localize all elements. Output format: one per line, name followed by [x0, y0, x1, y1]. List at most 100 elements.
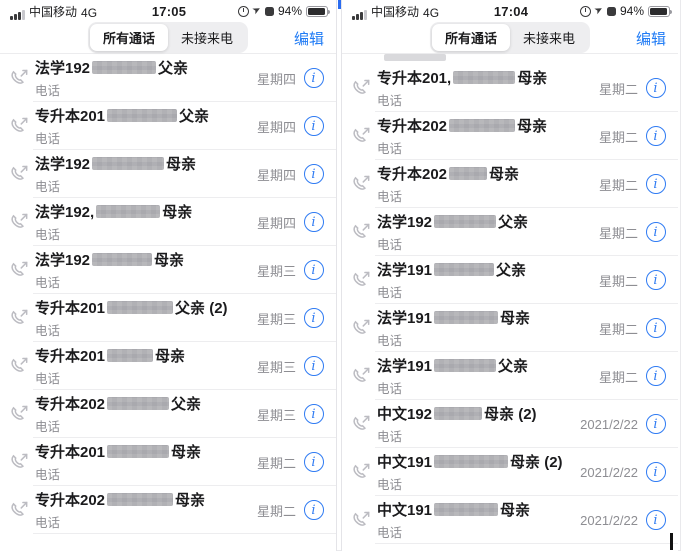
call-filter-segmented-control: 所有通话 未接来电: [430, 22, 590, 53]
redacted-name-block: [107, 397, 169, 410]
info-icon[interactable]: i: [646, 222, 666, 242]
contact-name-suffix: 母亲: [154, 249, 184, 270]
call-info: 法学192,母亲 电话: [35, 201, 257, 243]
side-by-side-screenshots: 中国移动 4G 17:05 ➤ 94% 所有通话 未接来电 编辑: [0, 0, 681, 551]
outgoing-call-icon: [10, 212, 30, 232]
call-log-item[interactable]: 专升本202母亲 电话 星期二 i: [342, 160, 678, 208]
info-icon[interactable]: i: [304, 308, 324, 328]
edit-button[interactable]: 编辑: [636, 28, 666, 49]
edit-button[interactable]: 编辑: [294, 28, 324, 49]
call-date-label: 星期二: [599, 271, 638, 290]
info-icon[interactable]: i: [304, 452, 324, 472]
top-bar: 所有通话 未接来电 编辑: [0, 22, 336, 53]
battery-icon: [648, 6, 670, 17]
call-log-item[interactable]: 专升本201母亲 电话 星期三 i: [0, 342, 336, 390]
info-icon[interactable]: i: [646, 318, 666, 338]
outgoing-call-icon: [352, 126, 372, 146]
contact-name: 专升本202母亲: [377, 163, 599, 184]
call-log-item[interactable]: 专升本202母亲 电话 星期二 i: [0, 486, 336, 534]
redacted-name-block: [107, 349, 153, 362]
contact-name-suffix: 父亲 (2): [175, 297, 228, 318]
contact-name-suffix: 母亲: [171, 441, 201, 462]
tab-missed-calls[interactable]: 未接来电: [510, 24, 588, 51]
call-type-label: 电话: [35, 320, 257, 339]
call-log-item[interactable]: 法学192,母亲 电话 星期四 i: [0, 198, 336, 246]
call-log-item[interactable]: 法学192父亲 电话 星期二 i: [342, 208, 678, 256]
call-log-item[interactable]: 专升本201父亲 电话 星期四 i: [0, 102, 336, 150]
call-log-item[interactable]: 专升本201,母亲 电话 星期二 i: [342, 64, 678, 112]
contact-name: 法学191父亲: [377, 259, 599, 280]
info-icon[interactable]: i: [646, 126, 666, 146]
call-date-label: 星期三: [257, 405, 296, 424]
call-info: 法学191 母亲 电话: [377, 307, 599, 349]
status-time: 17:04: [470, 4, 552, 19]
call-date-label: 星期二: [599, 367, 638, 386]
call-list: 法学192父亲 电话 星期四 i 专升本201父亲 电话 星期四 i: [0, 53, 336, 534]
info-icon[interactable]: i: [646, 510, 666, 530]
call-meta: 2021/2/22 i: [580, 462, 666, 482]
contact-name: 中文192母亲 (2): [377, 403, 580, 424]
call-log-item[interactable]: 专升本202母亲 电话 星期二 i: [342, 112, 678, 160]
call-log-item[interactable]: 中文192母亲 (2) 电话 2021/2/22 i: [342, 400, 678, 448]
call-log-item[interactable]: 法学192母亲 电话 星期三 i: [0, 246, 336, 294]
info-icon[interactable]: i: [304, 500, 324, 520]
outgoing-call-icon: [352, 174, 372, 194]
call-type-label: 电话: [377, 378, 599, 397]
contact-name: 专升本201父亲: [35, 105, 257, 126]
call-date-label: 星期二: [599, 175, 638, 194]
call-log-item[interactable]: 中文191母亲 电话 2021/2/22 i: [342, 496, 678, 544]
call-info: 中文191母亲 (2) 电话: [377, 451, 580, 493]
call-log-item[interactable]: 法学192父亲 电话 星期四 i: [0, 54, 336, 102]
info-icon[interactable]: i: [304, 356, 324, 376]
info-icon[interactable]: i: [646, 414, 666, 434]
call-log-item[interactable]: 中文191母亲 (2) 电话 2021/2/22 i: [342, 448, 678, 496]
battery-icon: [306, 6, 328, 17]
info-icon[interactable]: i: [304, 68, 324, 88]
call-log-item[interactable]: 法学191父亲 电话 星期二 i: [342, 352, 678, 400]
call-log-item[interactable]: 专升本202父亲 电话 星期三 i: [0, 390, 336, 438]
info-icon[interactable]: i: [646, 174, 666, 194]
call-log-item[interactable]: 法学191母亲 电话 星期二 i: [342, 304, 678, 352]
info-icon[interactable]: i: [304, 212, 324, 232]
info-icon[interactable]: i: [304, 260, 324, 280]
contact-name-suffix: 父亲: [498, 211, 528, 232]
call-info: 专升本202母亲 电话: [377, 115, 599, 157]
info-icon[interactable]: i: [646, 462, 666, 482]
info-icon[interactable]: i: [646, 366, 666, 386]
contact-name-prefix: 法学192: [35, 153, 90, 174]
info-icon[interactable]: i: [304, 404, 324, 424]
call-info: 专升本201母亲 电话: [35, 441, 257, 483]
tab-missed-calls[interactable]: 未接来电: [168, 24, 246, 51]
status-right: ➤ 94%: [210, 4, 328, 18]
call-date-label: 星期二: [599, 223, 638, 242]
contact-name-suffix: 母亲: [500, 307, 530, 328]
call-log-item[interactable]: 法学191父亲 电话 星期二 i: [342, 256, 678, 304]
call-meta: 星期三 i: [257, 404, 324, 424]
contact-name-prefix: 法学191: [377, 307, 432, 328]
outgoing-call-icon: [10, 164, 30, 184]
call-date-label: 星期二: [257, 501, 296, 520]
contact-name-prefix: 专升本202: [35, 393, 105, 414]
call-list: 专升本201,母亲 电话 星期二 i 专升本202母亲 电话 星期二 i: [342, 53, 678, 544]
info-icon[interactable]: i: [304, 116, 324, 136]
top-bar: 所有通话 未接来电 编辑: [342, 22, 678, 53]
call-log-item[interactable]: 法学192母亲 电话 星期四 i: [0, 150, 336, 198]
tab-all-calls[interactable]: 所有通话: [90, 24, 168, 51]
call-type-label: 电话: [35, 512, 257, 531]
call-meta: 2021/2/22 i: [580, 414, 666, 434]
call-log-item[interactable]: 专升本201母亲 电话 星期二 i: [0, 438, 336, 486]
redacted-name-block: [107, 301, 173, 314]
info-icon[interactable]: i: [304, 164, 324, 184]
outgoing-call-icon: [10, 68, 30, 88]
call-meta: 星期三 i: [257, 260, 324, 280]
contact-name: 法学191 母亲: [377, 307, 599, 328]
contact-name-prefix: 法学192: [35, 57, 90, 78]
call-date-label: 星期二: [599, 127, 638, 146]
call-log-item[interactable]: 专升本201父亲 (2) 电话 星期三 i: [0, 294, 336, 342]
redacted-name-block: [92, 157, 164, 170]
call-type-label: 电话: [377, 330, 599, 349]
call-meta: 星期四 i: [257, 164, 324, 184]
tab-all-calls[interactable]: 所有通话: [432, 24, 510, 51]
info-icon[interactable]: i: [646, 78, 666, 98]
info-icon[interactable]: i: [646, 270, 666, 290]
